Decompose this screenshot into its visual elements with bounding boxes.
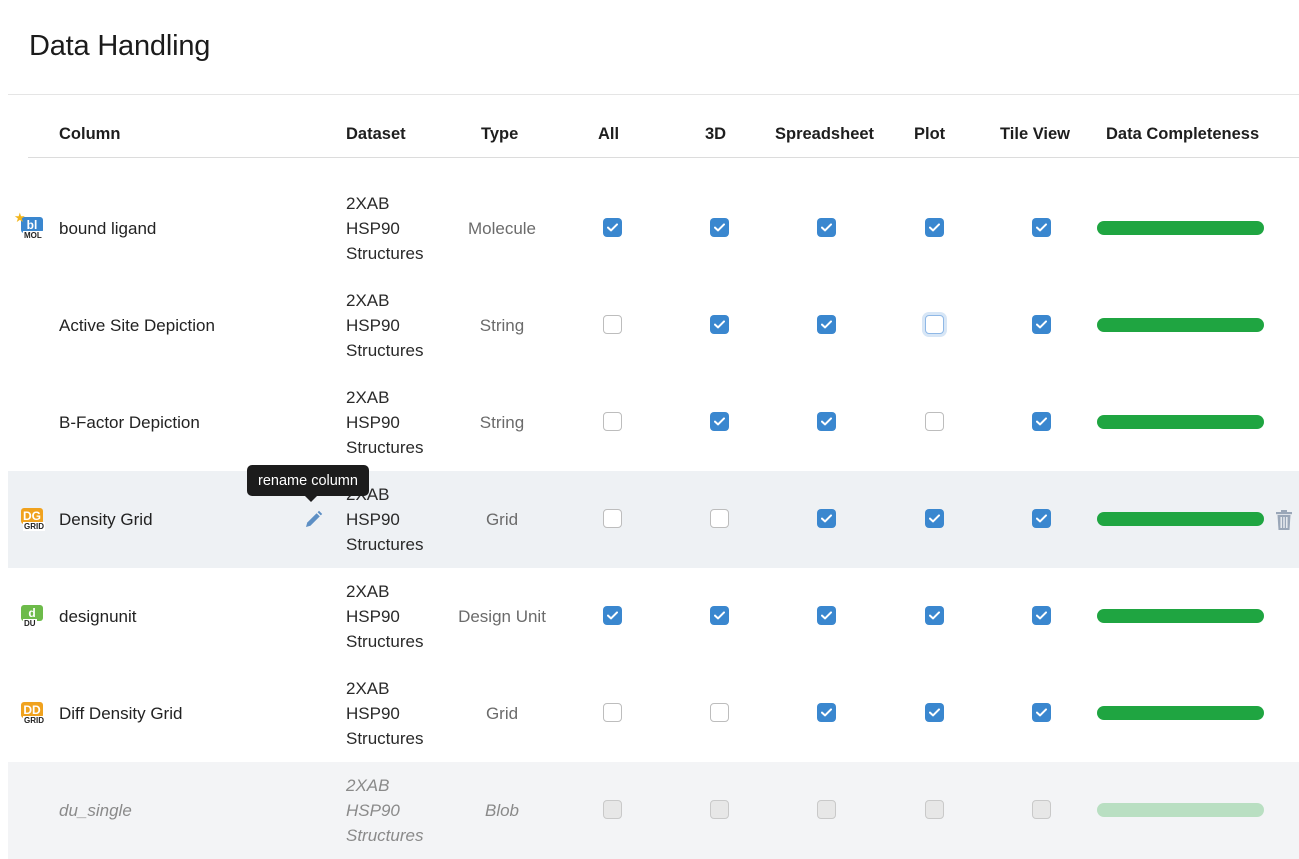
- column-type: Grid: [485, 703, 519, 723]
- table-row[interactable]: B-Factor Depiction 2XAB HSP90 Structures Str…: [8, 374, 1299, 471]
- dataset-name: 2XAB HSP90 Structures: [346, 388, 424, 457]
- tile-view-checkbox[interactable]: [1032, 703, 1051, 722]
- three-d-checkbox[interactable]: [710, 703, 729, 722]
- plot-checkbox[interactable]: [925, 315, 944, 334]
- grid-icon: DG GRID: [21, 508, 45, 531]
- tile-view-checkbox[interactable]: [1032, 218, 1051, 237]
- molecule-icon: bl MOL ★: [14, 210, 43, 240]
- spreadsheet-checkbox[interactable]: [817, 218, 836, 237]
- tile-view-checkbox[interactable]: [1032, 800, 1051, 819]
- column-name: Diff Density Grid: [59, 703, 183, 723]
- header-spreadsheet[interactable]: Spreadsheet: [775, 125, 874, 144]
- all-checkbox[interactable]: [603, 218, 622, 237]
- column-type: String: [479, 412, 525, 432]
- spreadsheet-checkbox[interactable]: [817, 412, 836, 431]
- column-name: Density Grid: [59, 509, 153, 529]
- all-checkbox[interactable]: [603, 412, 622, 431]
- three-d-checkbox[interactable]: [710, 606, 729, 625]
- three-d-checkbox[interactable]: [710, 315, 729, 334]
- header-tile-view[interactable]: Tile View: [1000, 125, 1070, 144]
- data-completeness-bar: [1097, 512, 1264, 526]
- data-completeness-bar: [1097, 221, 1264, 235]
- plot-checkbox[interactable]: [925, 800, 944, 819]
- data-completeness-bar: [1097, 803, 1264, 817]
- three-d-checkbox[interactable]: [710, 218, 729, 237]
- table-row[interactable]: d DU designunit 2XAB HSP90 Structures Design U…: [8, 568, 1299, 665]
- header-dataset[interactable]: Dataset: [346, 125, 406, 144]
- tile-view-checkbox[interactable]: [1032, 606, 1051, 625]
- rename-column-tooltip: rename column: [247, 465, 369, 502]
- table-row[interactable]: DD GRID Diff Density Grid 2XAB HSP90 Structur…: [8, 665, 1299, 762]
- spreadsheet-checkbox[interactable]: [817, 800, 836, 819]
- table-row[interactable]: du_single 2XAB HSP90 Structures Blob: [8, 762, 1299, 859]
- dataset-name: 2XAB HSP90 Structures: [346, 679, 424, 748]
- dataset-name: 2XAB HSP90 Structures: [346, 194, 424, 263]
- three-d-checkbox[interactable]: [710, 800, 729, 819]
- all-checkbox[interactable]: [603, 703, 622, 722]
- column-type: Blob: [484, 800, 520, 820]
- plot-checkbox[interactable]: [925, 412, 944, 431]
- header-plot[interactable]: Plot: [914, 125, 945, 144]
- all-checkbox[interactable]: [603, 606, 622, 625]
- plot-checkbox[interactable]: [925, 218, 944, 237]
- column-type: String: [479, 315, 525, 335]
- header-3d[interactable]: 3D: [705, 125, 726, 144]
- design-unit-icon: d DU: [20, 603, 45, 629]
- all-checkbox[interactable]: [603, 800, 622, 819]
- column-name: du_single: [59, 800, 132, 820]
- tile-view-checkbox[interactable]: [1032, 509, 1051, 528]
- spreadsheet-checkbox[interactable]: [817, 606, 836, 625]
- plot-checkbox[interactable]: [925, 703, 944, 722]
- table-row[interactable]: Active Site Depiction 2XAB HSP90 Structures…: [8, 277, 1299, 374]
- spreadsheet-checkbox[interactable]: [817, 315, 836, 334]
- header-type[interactable]: Type: [481, 125, 518, 144]
- dataset-name: 2XAB HSP90 Structures: [346, 776, 424, 845]
- column-name: bound ligand: [59, 218, 157, 238]
- tile-view-checkbox[interactable]: [1032, 412, 1051, 431]
- plot-checkbox[interactable]: [925, 606, 944, 625]
- plot-checkbox[interactable]: [925, 509, 944, 528]
- trash-icon[interactable]: [1275, 471, 1293, 568]
- all-checkbox[interactable]: [603, 509, 622, 528]
- column-name: Active Site Depiction: [59, 315, 215, 335]
- column-type: Grid: [485, 509, 519, 529]
- data-completeness-bar: [1097, 415, 1264, 429]
- tile-view-checkbox[interactable]: [1032, 315, 1051, 334]
- divider: [8, 94, 1299, 95]
- table-row[interactable]: DG GRID Density Grid 2XAB HSP90 Structures Gri…: [8, 471, 1299, 568]
- data-completeness-bar: [1097, 318, 1264, 332]
- dataset-name: 2XAB HSP90 Structures: [346, 582, 424, 651]
- table-row[interactable]: bl MOL ★ bound ligand 2XAB HSP90 Structures Mol…: [8, 180, 1299, 277]
- data-completeness-bar: [1097, 609, 1264, 623]
- header-all[interactable]: All: [598, 125, 619, 144]
- dataset-name: 2XAB HSP90 Structures: [346, 291, 424, 360]
- column-name: B-Factor Depiction: [59, 412, 200, 432]
- spreadsheet-checkbox[interactable]: [817, 703, 836, 722]
- all-checkbox[interactable]: [603, 315, 622, 334]
- three-d-checkbox[interactable]: [710, 509, 729, 528]
- spreadsheet-checkbox[interactable]: [817, 509, 836, 528]
- data-completeness-bar: [1097, 706, 1264, 720]
- header-column[interactable]: Column: [59, 125, 120, 144]
- column-type: Molecule: [467, 218, 537, 238]
- grid-icon: DD GRID: [20, 700, 45, 726]
- column-name: designunit: [59, 606, 137, 626]
- page-title: Data Handling: [29, 30, 211, 62]
- header-data-completeness[interactable]: Data Completeness: [1106, 125, 1259, 144]
- header-divider: [28, 157, 1299, 158]
- column-type: Design Unit: [458, 606, 546, 626]
- three-d-checkbox[interactable]: [710, 412, 729, 431]
